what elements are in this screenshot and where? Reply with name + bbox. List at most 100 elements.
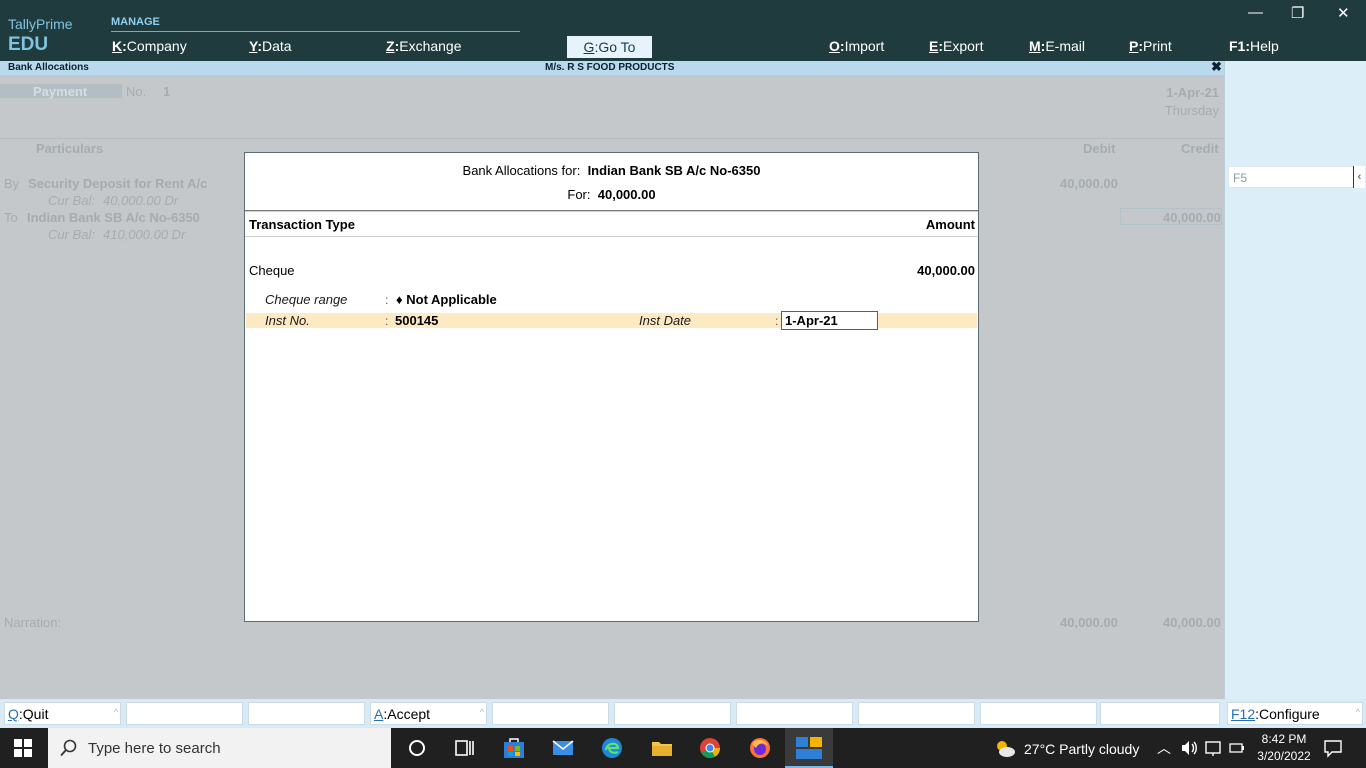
minimize-icon[interactable]: — bbox=[1248, 4, 1263, 21]
chrome-icon[interactable] bbox=[698, 736, 722, 760]
empty-button-4 bbox=[614, 702, 731, 725]
menu-import[interactable]: O:Import bbox=[829, 38, 884, 54]
inst-no-label: Inst No. bbox=[265, 313, 310, 328]
f5-button[interactable]: F5 bbox=[1228, 166, 1354, 188]
menu-print[interactable]: P:Print bbox=[1129, 38, 1172, 54]
collapse-panel-icon[interactable]: ‹ bbox=[1353, 166, 1365, 188]
configure-button[interactable]: F12:Configure ^ bbox=[1227, 702, 1363, 725]
menu-exchange[interactable]: Z:Exchange bbox=[386, 38, 462, 54]
brand-edition: EDU bbox=[8, 34, 49, 55]
notification-icon[interactable] bbox=[1323, 738, 1343, 758]
search-icon bbox=[60, 739, 77, 757]
quit-expand-icon: ^ bbox=[113, 707, 118, 717]
tallyprime-icon bbox=[796, 737, 822, 759]
row1-ledger: Security Deposit for Rent A/c bbox=[28, 176, 208, 191]
total-debit: 40,000.00 bbox=[1060, 615, 1118, 630]
file-explorer-icon[interactable] bbox=[650, 736, 674, 760]
system-clock[interactable]: 8:42 PM 3/20/2022 bbox=[1254, 731, 1314, 765]
clock-time: 8:42 PM bbox=[1261, 732, 1307, 746]
empty-button-5 bbox=[736, 702, 853, 725]
row2-prefix: To bbox=[4, 210, 18, 225]
network-icon[interactable] bbox=[1204, 739, 1222, 757]
taskbar-search-box[interactable]: Type here to search bbox=[48, 728, 391, 768]
windows-start-icon[interactable] bbox=[14, 739, 32, 757]
row2-ledger: Indian Bank SB A/c No-6350 bbox=[27, 210, 200, 225]
manage-divider bbox=[111, 31, 520, 32]
inst-no-colon: : bbox=[385, 314, 389, 328]
close-icon[interactable]: ✕ bbox=[1337, 4, 1350, 22]
weather-partly-cloudy-icon[interactable] bbox=[993, 737, 1017, 761]
menu-email[interactable]: M:E-mail bbox=[1029, 38, 1085, 54]
row2-credit: 40,000.00 bbox=[1163, 210, 1221, 225]
tallyprime-taskbar-button[interactable] bbox=[785, 728, 833, 768]
col-transaction-type: Transaction Type bbox=[249, 217, 355, 232]
manage-label: MANAGE bbox=[111, 16, 160, 28]
row1-debit: 40,000.00 bbox=[1060, 176, 1118, 191]
header-row-divider bbox=[245, 236, 978, 237]
col-debit: Debit bbox=[1083, 141, 1116, 156]
task-view-icon[interactable] bbox=[452, 736, 476, 760]
transaction-type-field[interactable]: Cheque bbox=[249, 263, 295, 278]
clock-date: 3/20/2022 bbox=[1257, 749, 1311, 763]
screen-close-icon[interactable]: ✖ bbox=[1211, 59, 1222, 75]
screen-title-bar: Bank Allocations M/s. R S FOOD PRODUCTS … bbox=[0, 59, 1224, 75]
company-name: M/s. R S FOOD PRODUCTS bbox=[545, 62, 675, 73]
menu-help[interactable]: F1:Help bbox=[1229, 38, 1279, 54]
voucher-no-label: No. bbox=[126, 84, 147, 99]
dialog-ledger-name: Indian Bank SB A/c No-6350 bbox=[587, 163, 761, 178]
accept-expand-icon: ^ bbox=[479, 707, 484, 717]
volume-icon[interactable] bbox=[1180, 739, 1198, 757]
store-icon[interactable] bbox=[502, 736, 526, 760]
dialog-divider-shadow bbox=[245, 211, 978, 212]
battery-icon[interactable] bbox=[1229, 741, 1245, 755]
empty-button-7 bbox=[980, 702, 1097, 725]
dialog-title: Bank Allocations for: Indian Bank SB A/c… bbox=[462, 163, 761, 178]
total-credit: 40,000.00 bbox=[1163, 615, 1221, 630]
brand-name: TallyPrime bbox=[8, 16, 73, 32]
row1-cur-bal: 40,000.00 Dr bbox=[103, 193, 179, 208]
chevron-up-icon[interactable]: ︿ bbox=[1157, 738, 1171, 758]
edge-icon[interactable] bbox=[600, 736, 624, 760]
menu-export[interactable]: E:Export bbox=[929, 38, 983, 54]
transaction-amount-field[interactable]: 40,000.00 bbox=[917, 263, 975, 278]
voucher-date: 1-Apr-21 bbox=[1166, 85, 1219, 100]
cheque-range-label: Cheque range bbox=[265, 292, 348, 307]
dialog-for-amount: For: 40,000.00 bbox=[567, 187, 656, 202]
header-divider bbox=[0, 138, 1224, 139]
empty-button-8 bbox=[1100, 702, 1220, 725]
voucher-day: Thursday bbox=[1164, 103, 1219, 118]
mail-icon[interactable] bbox=[551, 736, 575, 760]
empty-button-2 bbox=[248, 702, 365, 725]
cortana-icon[interactable] bbox=[405, 736, 429, 760]
menu-data[interactable]: Y:Data bbox=[249, 38, 292, 54]
weather-text[interactable]: 27°C Partly cloudy bbox=[1024, 741, 1139, 757]
quit-button[interactable]: Q:Quit ^ bbox=[4, 702, 121, 725]
bottom-button-bar: Q:Quit ^ A:Accept ^ F12:Configure ^ bbox=[0, 699, 1366, 728]
menu-company[interactable]: K:Company bbox=[112, 38, 187, 54]
inst-date-colon: : bbox=[775, 314, 779, 328]
voucher-type: Payment bbox=[0, 84, 122, 99]
empty-button-1 bbox=[126, 702, 243, 725]
cheque-range-colon: : bbox=[385, 293, 389, 307]
restore-icon[interactable]: ❐ bbox=[1291, 4, 1304, 22]
narration-label: Narration: bbox=[4, 615, 62, 630]
inst-date-input[interactable]: 1-Apr-21 bbox=[781, 311, 878, 330]
inst-no-field[interactable]: 500145 bbox=[395, 313, 438, 328]
empty-button-6 bbox=[858, 702, 975, 725]
voucher-no-value: 1 bbox=[163, 84, 171, 99]
row2-cur-bal: 410,000.00 Dr bbox=[103, 227, 186, 242]
right-button-panel: F5 ‹ bbox=[1224, 61, 1366, 699]
col-credit: Credit bbox=[1181, 141, 1219, 156]
firefox-icon[interactable] bbox=[748, 736, 772, 760]
bank-allocations-dialog: Bank Allocations for: Indian Bank SB A/c… bbox=[244, 152, 979, 622]
top-header: TallyPrime EDU MANAGE K:Company Y:Data Z… bbox=[0, 0, 1366, 61]
accept-button[interactable]: A:Accept ^ bbox=[370, 702, 487, 725]
col-particulars: Particulars bbox=[36, 141, 104, 156]
search-placeholder: Type here to search bbox=[88, 740, 221, 757]
cheque-range-field[interactable]: ♦ Not Applicable bbox=[396, 292, 497, 307]
screen-title: Bank Allocations bbox=[8, 62, 89, 73]
row1-cur-bal-label: Cur Bal: bbox=[48, 193, 95, 208]
empty-button-3 bbox=[492, 702, 609, 725]
menu-goto[interactable]: G:Go To bbox=[567, 36, 652, 58]
row2-cur-bal-label: Cur Bal: bbox=[48, 227, 95, 242]
